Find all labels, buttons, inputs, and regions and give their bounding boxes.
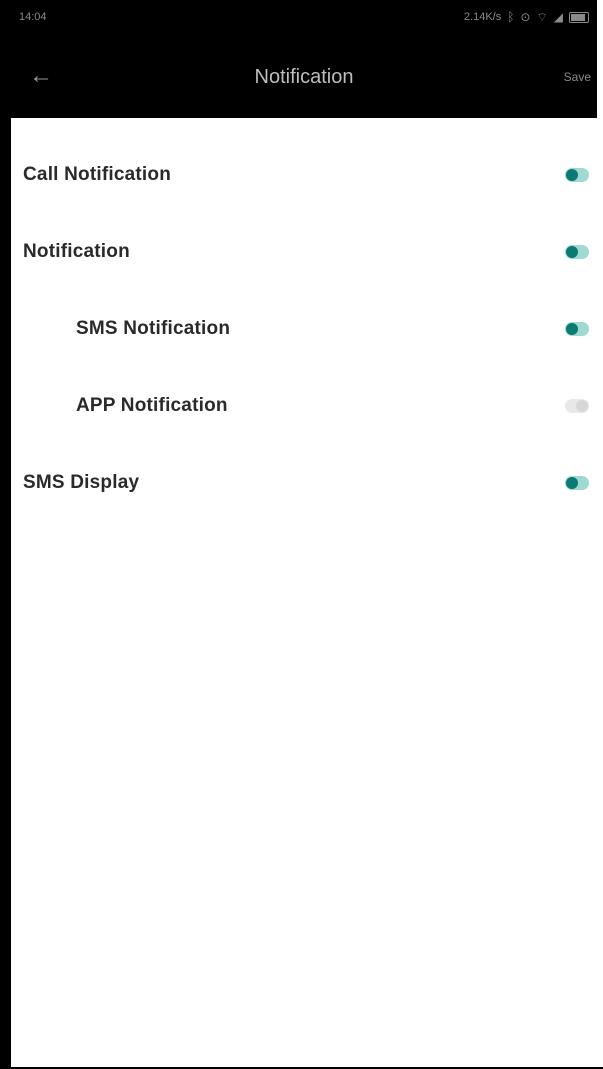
signal-icon: ◢	[553, 10, 563, 24]
right-frame-strip	[591, 0, 597, 118]
status-icons: 2.14K/s ᛒ ⊙ ⌔ ◢	[464, 11, 589, 23]
save-button[interactable]: Save	[564, 70, 591, 84]
app-notification-label: APP Notification	[76, 394, 228, 416]
sms-display-label: SMS Display	[23, 471, 140, 493]
status-bar: 14:04 2.14K/s ᛒ ⊙ ⌔ ◢	[11, 0, 597, 34]
sms-notification-toggle[interactable]	[565, 321, 589, 336]
notification-toggle[interactable]	[565, 244, 589, 259]
app-notification-toggle[interactable]	[565, 398, 589, 413]
sms-notification-label: SMS Notification	[76, 317, 231, 339]
app-header: 14:04 2.14K/s ᛒ ⊙ ⌔ ◢ ← Notification Sav…	[11, 0, 597, 118]
left-frame-bar	[0, 0, 11, 1069]
wifi-icon: ⌔	[536, 10, 548, 24]
bluetooth-icon: ᛒ	[507, 10, 515, 24]
battery-icon	[569, 11, 589, 23]
setting-row-sms-display: SMS Display	[11, 444, 603, 521]
call-notification-label: Call Notification	[23, 163, 172, 185]
page-title: Notification	[254, 66, 354, 88]
setting-row-app-notification: APP Notification	[11, 367, 603, 444]
settings-list: Call Notification Notification SMS Notif…	[11, 118, 603, 521]
notification-label: Notification	[23, 240, 130, 262]
setting-row-sms-notification: SMS Notification	[11, 290, 603, 367]
alarm-icon: ⊙	[520, 10, 531, 24]
call-notification-toggle[interactable]	[565, 167, 589, 182]
sms-display-toggle[interactable]	[565, 475, 589, 490]
setting-row-notification: Notification	[11, 213, 603, 290]
status-time: 14:04	[19, 11, 47, 23]
setting-row-call-notification: Call Notification	[11, 136, 603, 213]
navigation-bar: ← Notification Save	[11, 48, 597, 108]
network-speed: 2.14K/s	[463, 11, 502, 23]
